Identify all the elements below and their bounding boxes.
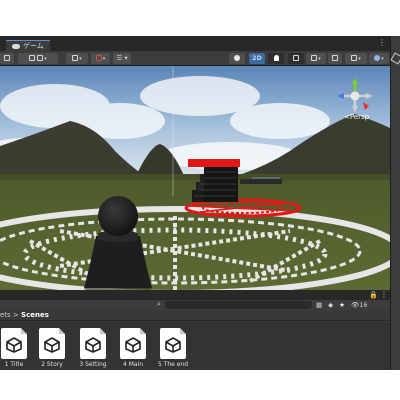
favorites-star-icon[interactable]: ★	[339, 300, 345, 310]
camera-icon	[351, 55, 358, 61]
hand-tool-button[interactable]	[0, 53, 14, 64]
hand-icon	[4, 55, 10, 61]
project-search-input[interactable]: ⌕	[157, 300, 312, 309]
transform-tool-icon[interactable]	[390, 52, 400, 65]
camera-projection-label[interactable]: <Persp	[344, 113, 369, 122]
gizmos-button[interactable]: ▾	[369, 53, 389, 64]
project-panel-header: 🔒 ⋮	[0, 290, 390, 300]
scene-asset-name: 3 Setting	[79, 361, 107, 368]
tab-bar	[0, 36, 390, 51]
breadcrumb: ets > Scenes	[0, 310, 390, 321]
layers-button[interactable]: ☰ ▾	[113, 53, 131, 64]
layers-label: ☰ ▾	[116, 54, 128, 62]
audio-toggle[interactable]	[288, 53, 304, 64]
lock-icon[interactable]: 🔒	[369, 291, 378, 299]
scene-asset-2[interactable]: 2 Story	[32, 328, 72, 369]
render-mode-button[interactable]	[229, 53, 245, 64]
scene-asset-1[interactable]: 1 Title	[0, 328, 34, 369]
unity-scene-icon	[80, 328, 106, 359]
scene-asset-3[interactable]: 3 Setting	[73, 328, 113, 369]
unity-scene-icon	[1, 328, 27, 359]
shaded-icon	[72, 55, 79, 61]
draw-mode-button[interactable]: ▾	[66, 53, 88, 64]
breadcrumb-parent[interactable]: ets	[0, 311, 11, 319]
unity-scene-icon	[160, 328, 186, 359]
pivot-button[interactable]: ▾	[18, 53, 58, 64]
visible-count: 16	[359, 301, 368, 309]
scene-asset-name: 5 The end	[157, 361, 189, 368]
scene-viewport[interactable]	[0, 66, 390, 290]
tab-game[interactable]: ゲーム	[6, 40, 50, 51]
inspector-strip[interactable]	[390, 36, 400, 370]
camera-settings-button[interactable]: ▾	[345, 53, 367, 64]
breadcrumb-current: Scenes	[21, 311, 49, 319]
effects-toggle[interactable]: ▾	[306, 53, 326, 64]
project-menu-button[interactable]: ⋮	[380, 290, 388, 299]
scene-asset-name: 1 Title	[4, 361, 24, 368]
hidden-objects-toggle[interactable]	[328, 53, 342, 64]
scene-asset-name: 4 Main	[122, 361, 144, 368]
toggle-2d-button[interactable]: 2D	[249, 53, 265, 64]
project-filter-icons: ▦ ◆ ★ 👁16	[316, 300, 368, 310]
scene-render	[0, 66, 390, 290]
grid-icon	[37, 55, 44, 61]
snap-button[interactable]: ▾	[91, 53, 110, 64]
filter-type-icon[interactable]: ▦	[316, 300, 322, 310]
scene-asset-name: 2 Story	[41, 361, 63, 368]
window-menu-button[interactable]: ⋮	[378, 38, 386, 48]
pivot-icon	[29, 55, 36, 61]
breadcrumb-separator: >	[10, 311, 22, 319]
visibility-icon[interactable]: 👁16	[351, 300, 368, 310]
gamepad-icon	[12, 43, 20, 49]
eye-icon	[332, 55, 338, 61]
scene-asset-5[interactable]: 5 The end	[153, 328, 193, 369]
unity-scene-icon	[120, 328, 146, 359]
search-icon: ⌕	[157, 300, 161, 308]
gizmo-globe-icon	[374, 55, 381, 61]
light-bulb-icon	[273, 55, 279, 61]
lighting-toggle[interactable]	[268, 53, 284, 64]
unity-scene-icon	[39, 328, 65, 359]
scene-asset-4[interactable]: 4 Main	[113, 328, 153, 369]
audio-icon	[293, 55, 299, 61]
filter-label-icon[interactable]: ◆	[328, 300, 333, 310]
snap-icon	[95, 55, 102, 61]
tab-game-label: ゲーム	[23, 41, 44, 50]
sphere-icon	[234, 55, 240, 61]
effects-icon	[311, 55, 318, 61]
